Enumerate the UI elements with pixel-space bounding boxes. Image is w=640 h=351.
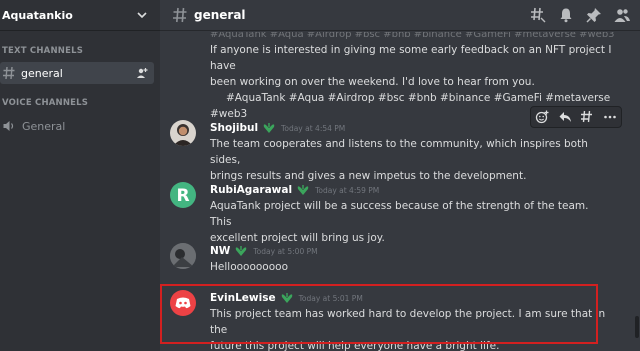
header-toolbar (530, 7, 630, 23)
threads-icon[interactable] (530, 7, 546, 23)
message-line: #AquaTank #Aqua #Airdrop #bsc #bnb #bina… (226, 92, 611, 104)
channel-label: general (21, 66, 63, 80)
message-header: Shojibul Today at 4:54 PM (210, 120, 345, 136)
hashtag-icon (3, 66, 15, 80)
avatar[interactable] (170, 120, 196, 146)
chevron-down-icon (137, 12, 147, 19)
channel-item-general[interactable]: general (0, 62, 154, 84)
voice-channel-label: General (22, 119, 66, 133)
timestamp: Today at 4:54 PM (281, 123, 346, 133)
pin-icon[interactable] (586, 7, 602, 23)
username[interactable]: Shojibul (210, 122, 258, 134)
voice-channel-general[interactable]: General (0, 115, 154, 137)
leaf-badge-icon (263, 123, 275, 133)
message-body: The team cooperates and listens to the c… (210, 136, 610, 184)
username[interactable]: RubiAgarawal (210, 184, 292, 196)
svg-text:R: R (176, 186, 189, 206)
channel-header: general (160, 0, 640, 31)
message-header: RubiAgarawal Today at 4:59 PM (210, 182, 379, 198)
avatar[interactable] (170, 243, 196, 269)
scrollbar[interactable] (635, 316, 639, 338)
avatar[interactable]: R (170, 182, 196, 208)
highlight-box (160, 284, 598, 344)
leaf-badge-icon (297, 185, 309, 195)
members-icon[interactable] (614, 7, 630, 23)
cut-off-text: #AquaTank #Aqua #Airdrop #bsc #bnb #bina… (210, 32, 615, 40)
message-line: AquaTank project will be a success becau… (210, 200, 589, 228)
message-line: The team cooperates and listens to the c… (210, 138, 588, 166)
message-line: If anyone is interested in giving me som… (210, 44, 612, 72)
message-body: Hellooooooooo (210, 259, 610, 275)
message-item: NW Today at 5:00 PM Hellooooooooo (170, 243, 610, 277)
message-item: Shojibul Today at 4:54 PM The team coope… (170, 120, 610, 182)
username[interactable]: NW (210, 245, 230, 257)
server-name: Aquatankio (2, 8, 73, 22)
hashtag-icon (173, 7, 187, 23)
message-line: Hellooooooooo (210, 261, 289, 273)
message-body: AquaTank project will be a success becau… (210, 198, 610, 246)
leaf-badge-icon (236, 246, 247, 256)
speaker-icon (3, 121, 14, 131)
message-line: been working on over the weekend. I'd lo… (210, 76, 535, 88)
message-header: NW Today at 5:00 PM (210, 243, 318, 259)
channel-title: general (194, 8, 246, 22)
text-channels-category[interactable]: TEXT CHANNELS (0, 46, 83, 56)
voice-channels-category[interactable]: VOICE CHANNELS (0, 98, 88, 108)
timestamp: Today at 4:59 PM (315, 185, 380, 195)
message-item: R RubiAgarawal Today at 4:59 PM AquaTank… (170, 182, 610, 244)
server-header[interactable]: Aquatankio (0, 0, 160, 31)
add-member-icon[interactable] (136, 67, 148, 79)
channel-sidebar: Aquatankio TEXT CHANNELS general VOICE C… (0, 0, 160, 351)
timestamp: Today at 5:00 PM (253, 246, 318, 256)
bell-icon[interactable] (558, 7, 574, 23)
